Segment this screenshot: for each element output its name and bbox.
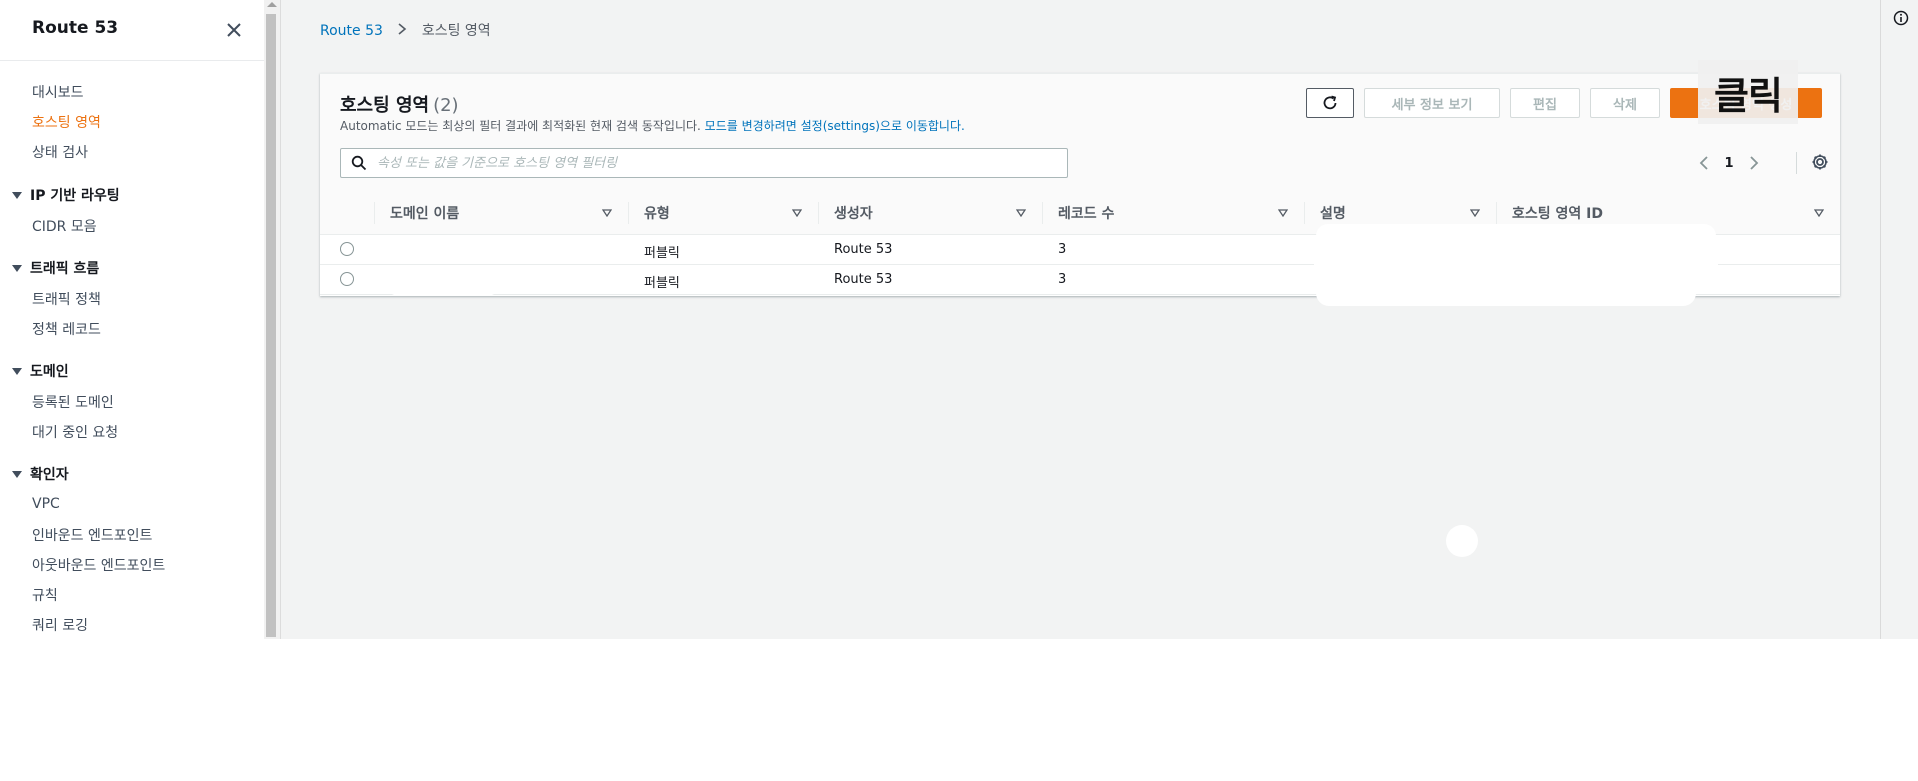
sidebar-item-registered-domains[interactable]: 등록된 도메인 [32,392,114,412]
breadcrumb-current: 호스팅 영역 [421,23,491,39]
panel-header: 호스팅 영역 (2) Automatic 모드는 최상의 필터 결과에 최적화된 … [320,60,1840,193]
breadcrumb-route53-link[interactable]: Route 53 [320,23,383,39]
cell-record-count: 3 [1058,242,1067,257]
delete-button[interactable]: 삭제 [1590,88,1660,118]
sidebar-item-hosted-zones[interactable]: 호스팅 영역 [32,112,101,132]
scroll-up-icon[interactable] [267,2,277,7]
sort-icon [1470,209,1480,217]
scrollbar-thumb[interactable] [266,14,276,637]
sidebar-section-traffic-flow[interactable]: 트래픽 흐름 [12,258,99,278]
settings-link[interactable]: 모드를 변경하려면 설정(settings)으로 이동합니다. [705,119,965,133]
sidebar-item-vpc[interactable]: VPC [32,496,60,512]
sidebar-divider [0,60,264,61]
filter-input[interactable] [375,152,1059,174]
side-navigation: Route 53 대시보드 호스팅 영역 상태 검사 IP 기반 라우팅 CID… [0,0,265,639]
sidebar-item-traffic-policies[interactable]: 트래픽 정책 [32,289,101,309]
sidebar-scrollbar[interactable] [264,0,281,639]
sidebar-item-rules[interactable]: 규칙 [32,585,58,605]
create-hosted-zone-button[interactable]: 호스팅 영역 생성 [1670,88,1822,118]
cell-type: 퍼블릭 [644,246,680,261]
column-type[interactable]: 유형 [628,192,818,234]
cell-created-by: Route 53 [834,272,893,287]
caret-down-icon [12,192,22,199]
sidebar-item-health-checks[interactable]: 상태 검사 [32,142,88,162]
redaction-mark [1446,525,1478,557]
cell-type: 퍼블릭 [644,276,680,291]
caret-down-icon [12,368,22,375]
redaction-mark [386,270,500,296]
filter-search-box[interactable] [340,148,1068,178]
caret-down-icon [12,471,22,478]
chevron-left-icon[interactable] [1694,153,1714,173]
panel-edge [1880,0,1881,639]
row-select-radio[interactable] [340,272,354,286]
column-created-by[interactable]: 생성자 [818,192,1042,234]
sidebar-item-query-logging[interactable]: 쿼리 로깅 [32,615,88,635]
cell-record-count: 3 [1058,272,1067,287]
sidebar-section-domains[interactable]: 도메인 [12,361,69,381]
search-mode-description: Automatic 모드는 최상의 필터 결과에 최적화된 현재 검색 동작입니… [340,119,965,133]
breadcrumb: Route 53 호스팅 영역 [320,20,491,40]
gear-icon[interactable] [1810,152,1830,172]
sidebar-item-inbound-endpoints[interactable]: 인바운드 엔드포인트 [32,525,152,545]
view-details-button[interactable]: 세부 정보 보기 [1364,88,1500,118]
sidebar-item-outbound-endpoints[interactable]: 아웃바운드 엔드포인트 [32,555,165,575]
sidebar-item-pending-requests[interactable]: 대기 중인 요청 [32,422,118,442]
pagination: 1 [1694,152,1784,174]
row-select-radio[interactable] [340,242,354,256]
page-title: 호스팅 영역 (2) [340,95,459,116]
sidebar-item-dashboard[interactable]: 대시보드 [32,82,84,102]
app-container: Route 53 대시보드 호스팅 영역 상태 검사 IP 기반 라우팅 CID… [0,0,1918,639]
sidebar-title: Route 53 [32,18,119,38]
caret-down-icon [12,265,22,272]
cell-created-by: Route 53 [834,242,893,257]
pagination-divider [1796,152,1797,174]
chevron-right-icon[interactable] [1744,153,1764,173]
redaction-mark [1314,250,1718,280]
sidebar-item-cidr[interactable]: CIDR 모음 [32,216,97,236]
sort-icon [792,209,802,217]
sidebar-section-resolver[interactable]: 확인자 [12,464,69,484]
info-icon[interactable] [1893,10,1909,26]
refresh-button[interactable] [1306,88,1354,118]
refresh-icon [1323,95,1337,110]
sidebar-section-ip-routing[interactable]: IP 기반 라우팅 [12,185,120,205]
column-domain-name[interactable]: 도메인 이름 [374,192,628,234]
close-icon[interactable] [222,18,246,42]
edit-button[interactable]: 편집 [1510,88,1580,118]
redaction-mark [1316,280,1696,306]
redaction-mark [1316,224,1716,248]
hosted-zones-table-panel: 호스팅 영역 (2) Automatic 모드는 최상의 필터 결과에 최적화된 … [320,60,1840,306]
sort-icon [602,209,612,217]
page-number[interactable]: 1 [1714,156,1744,171]
sort-icon [1016,209,1026,217]
sidebar-item-policy-records[interactable]: 정책 레코드 [32,319,101,339]
column-record-count[interactable]: 레코드 수 [1042,192,1304,234]
sort-icon [1814,209,1824,217]
zone-count: (2) [433,95,459,116]
chevron-right-icon [398,23,407,35]
redaction-mark [380,240,498,262]
search-icon [351,155,367,171]
sort-icon [1278,209,1288,217]
